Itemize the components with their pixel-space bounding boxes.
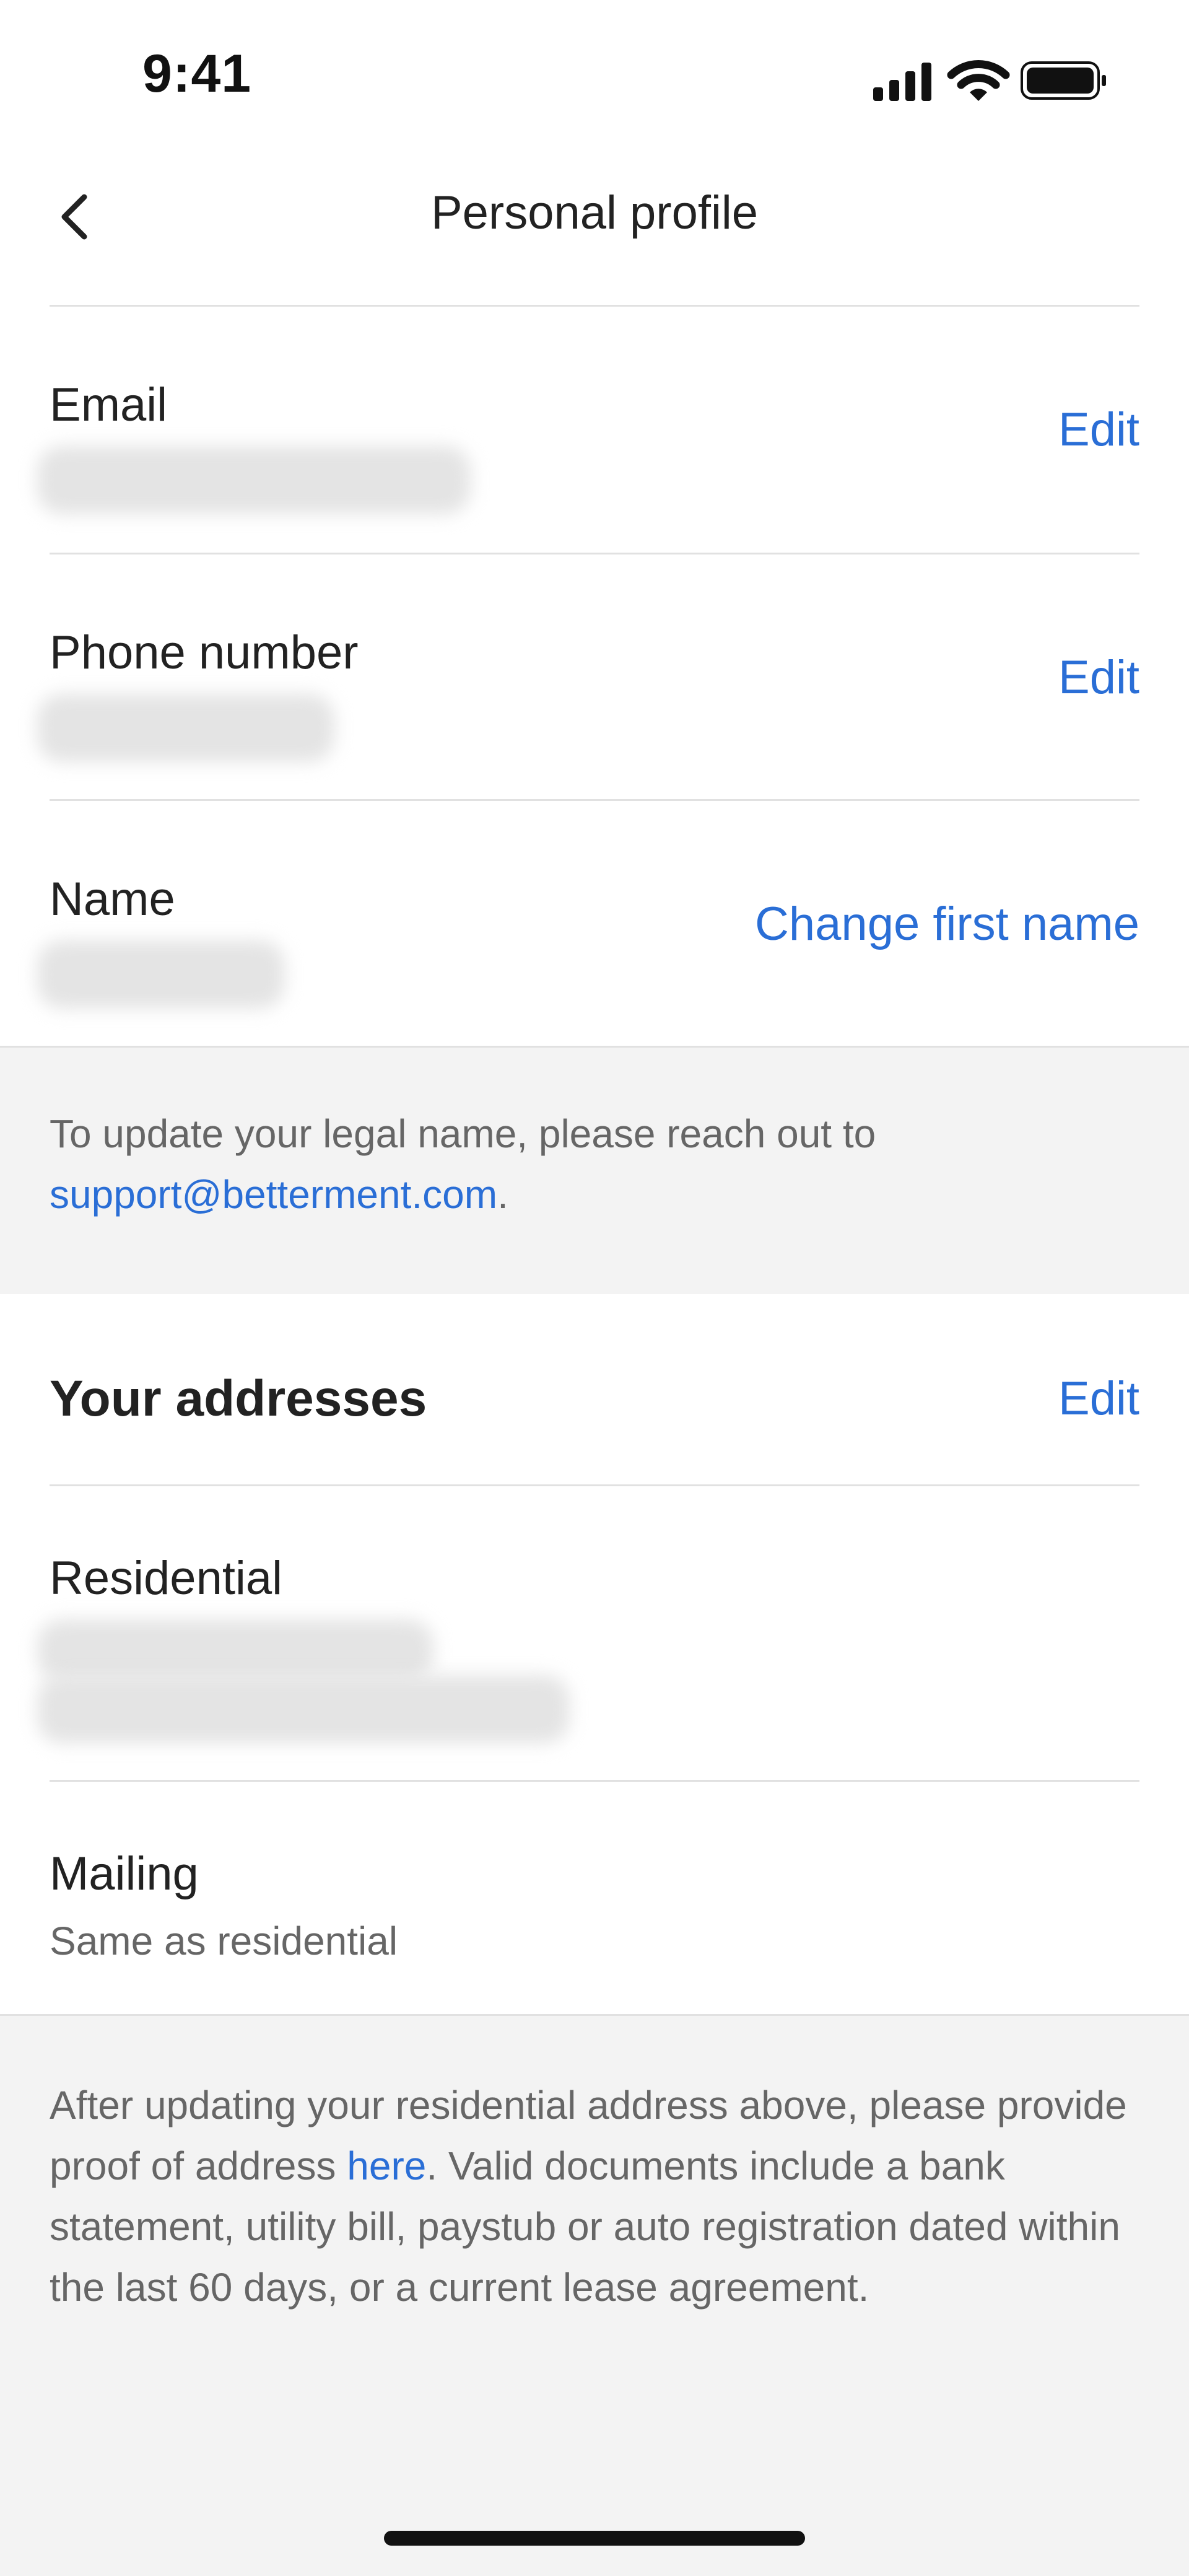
- phone-value-redacted: [37, 694, 334, 762]
- edit-addresses-button[interactable]: Edit: [1058, 1372, 1139, 1426]
- status-bar: 9:41: [0, 0, 1189, 142]
- legal-name-notice-text: To update your legal name, please reach …: [50, 1103, 1139, 1225]
- battery-icon: [1021, 61, 1106, 100]
- legal-name-notice-message: To update your legal name, please reach …: [50, 1111, 876, 1156]
- cellular-signal-icon: [873, 63, 931, 101]
- mailing-value: Same as residential: [50, 1919, 398, 1963]
- phone-label: Phone number: [50, 626, 359, 679]
- name-value-redacted: [37, 940, 285, 1009]
- edit-email-button[interactable]: Edit: [1058, 403, 1139, 457]
- email-label: Email: [50, 379, 168, 431]
- page-title: Personal profile: [430, 186, 759, 239]
- address-proof-notice-text: After updating your residential address …: [50, 2075, 1139, 2318]
- name-label: Name: [50, 873, 175, 926]
- name-row: Name Change first name: [0, 801, 1189, 1046]
- legal-name-notice: To update your legal name, please reach …: [0, 1046, 1189, 1294]
- proof-of-address-link[interactable]: here: [347, 2144, 426, 2188]
- navigation-header: Personal profile: [0, 161, 1189, 266]
- residential-address-line2-redacted: [37, 1675, 570, 1743]
- home-indicator[interactable]: [384, 2531, 805, 2546]
- residential-label: Residential: [50, 1552, 282, 1605]
- residential-address-line1-redacted: [37, 1619, 433, 1681]
- legal-name-notice-suffix: .: [497, 1172, 508, 1217]
- change-first-name-button[interactable]: Change first name: [755, 897, 1139, 951]
- addresses-title: Your addresses: [50, 1370, 427, 1427]
- support-email-link[interactable]: support@betterment.com: [50, 1172, 497, 1217]
- mailing-label: Mailing: [50, 1847, 199, 1900]
- addresses-header: Your addresses Edit: [0, 1292, 1189, 1484]
- status-time: 9:41: [142, 44, 252, 103]
- phone-row: Phone number Edit: [0, 554, 1189, 800]
- mailing-address-row: Mailing Same as residential: [0, 1782, 1189, 2014]
- email-row: Email Edit: [0, 307, 1189, 554]
- status-icons: [873, 59, 1108, 102]
- wifi-icon: [947, 60, 1010, 101]
- residential-address-row: Residential: [0, 1486, 1189, 1781]
- edit-phone-button[interactable]: Edit: [1058, 651, 1139, 704]
- status-icons-group: [873, 60, 1106, 101]
- email-value-redacted: [37, 446, 471, 514]
- address-proof-notice: After updating your residential address …: [0, 2014, 1189, 2576]
